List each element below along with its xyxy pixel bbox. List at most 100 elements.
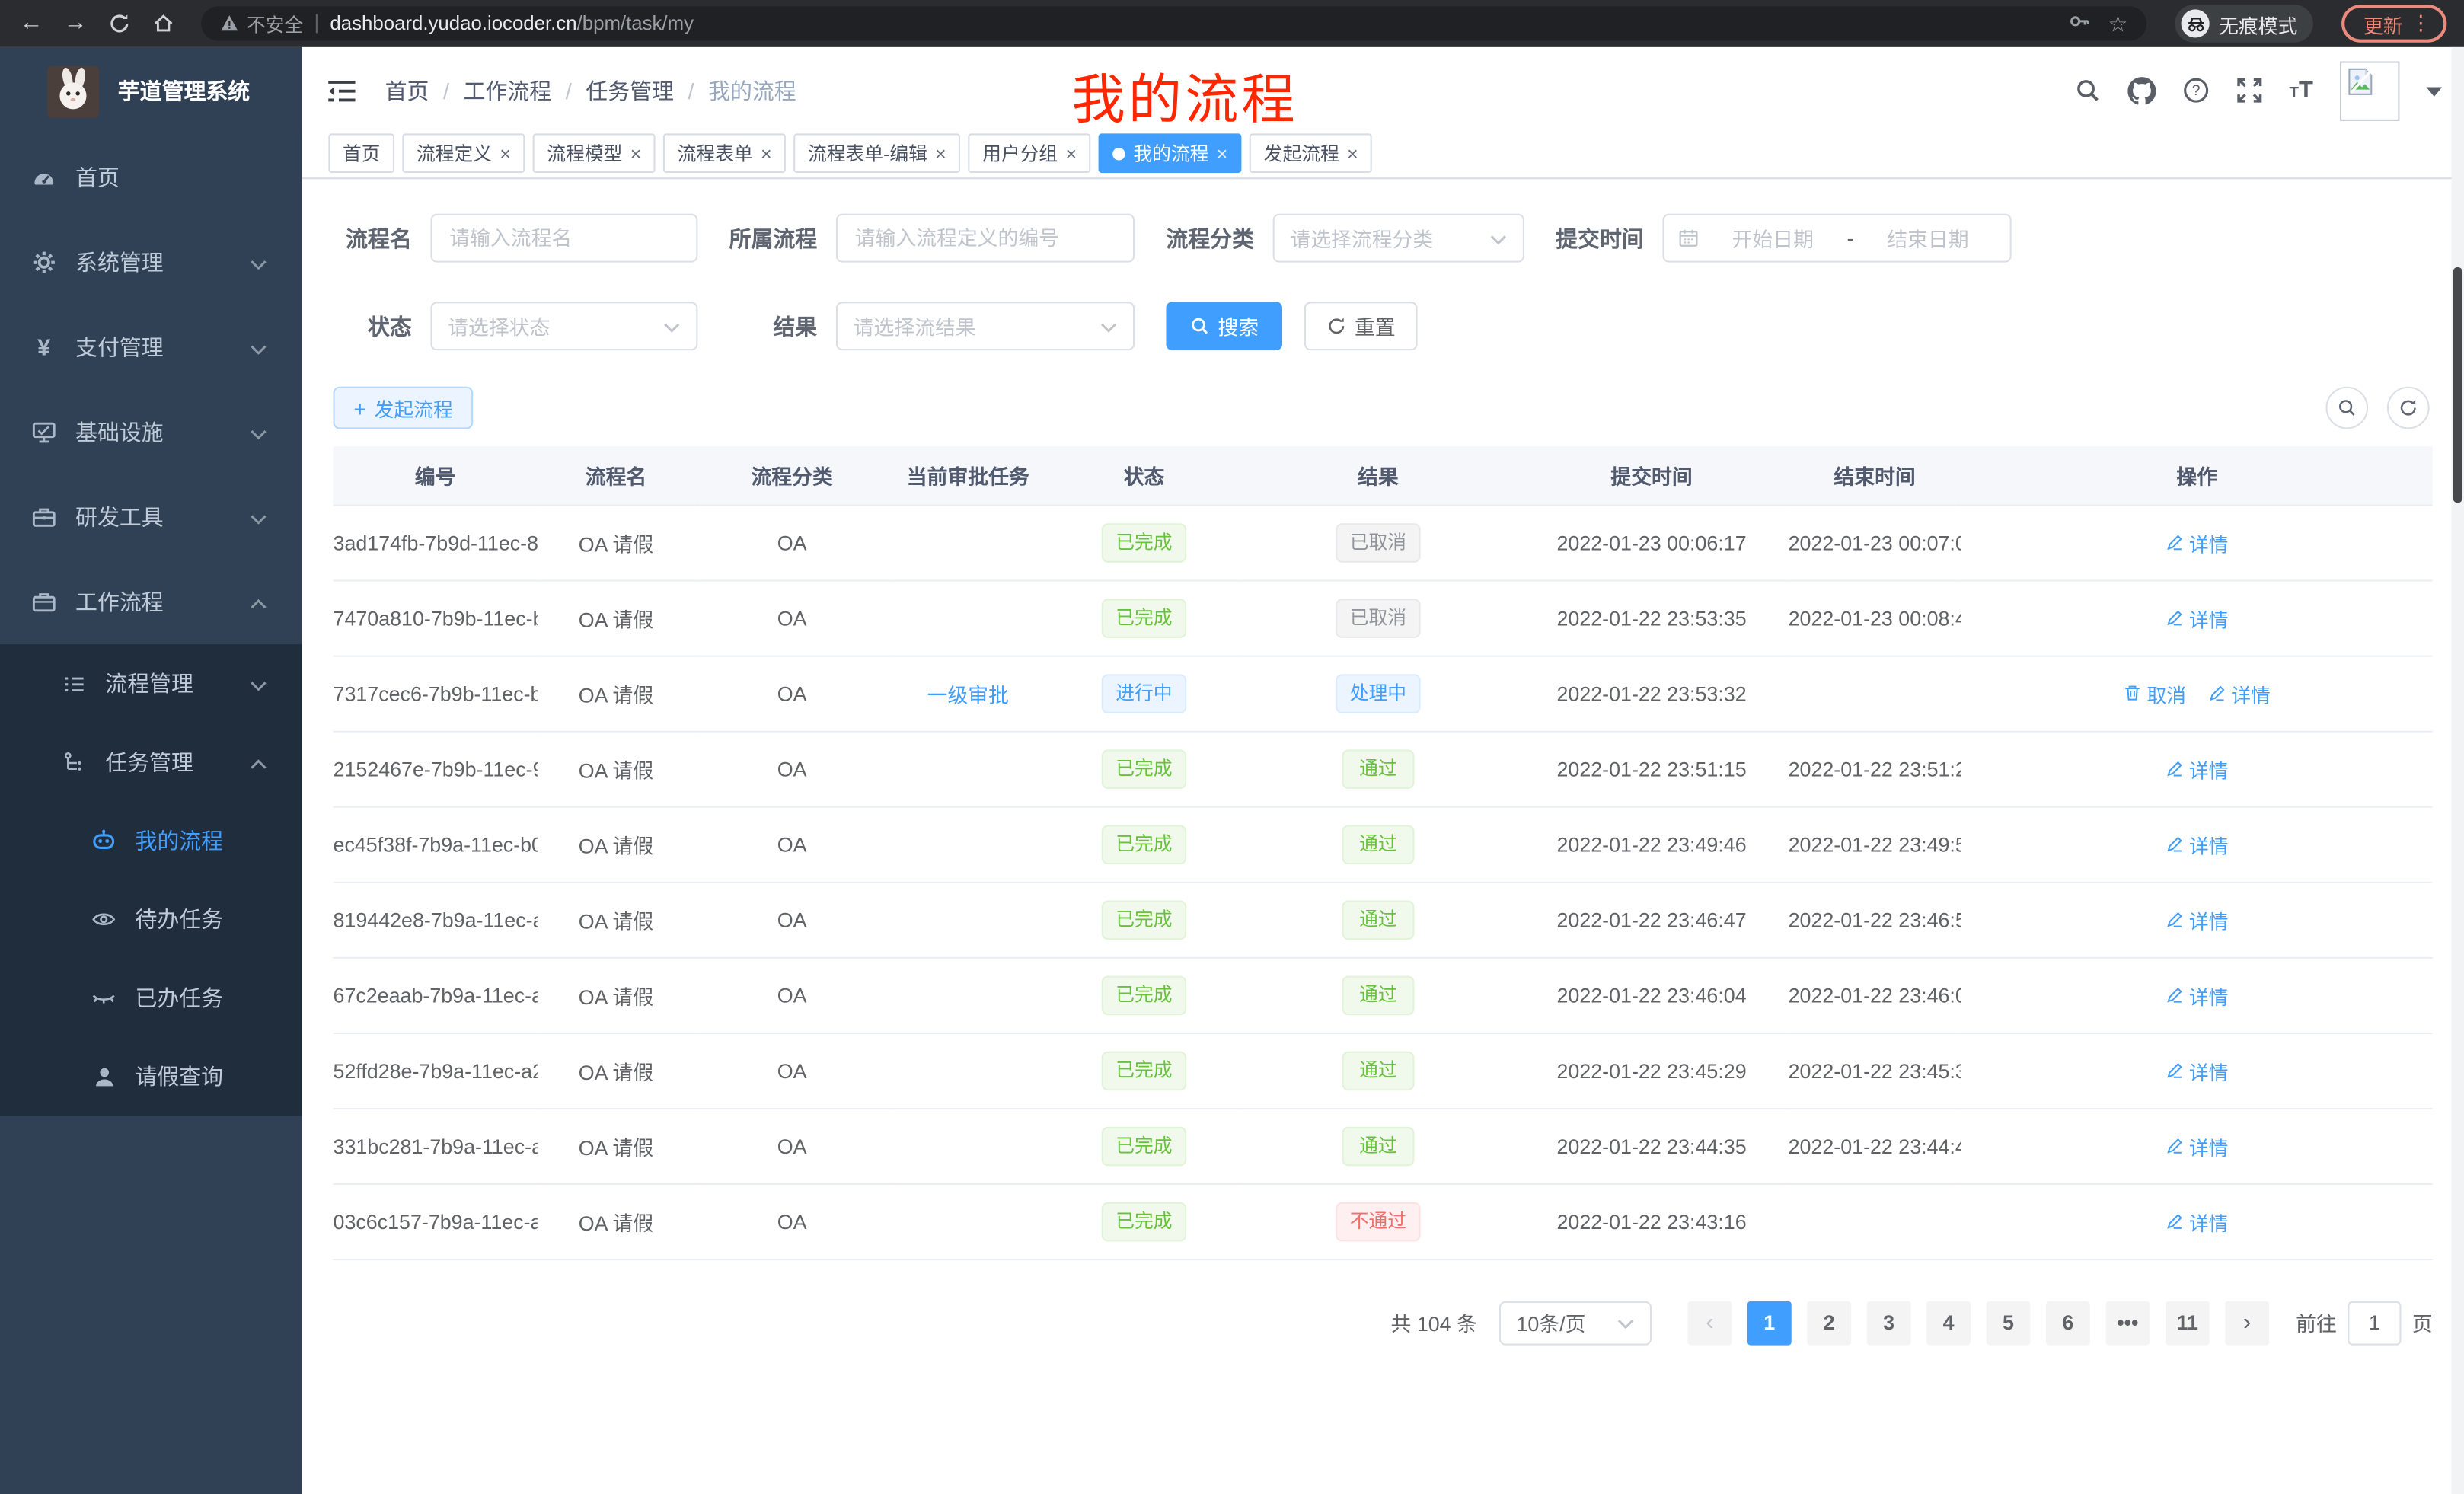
app-logo-row[interactable]: 芋道管理系统	[0, 47, 302, 136]
show-search-icon[interactable]	[2325, 387, 2368, 429]
search-icon[interactable]	[2074, 77, 2101, 104]
tab-close-icon[interactable]: ×	[1066, 144, 1077, 163]
submit-time-daterange[interactable]: 开始日期 - 结束日期	[1663, 214, 2012, 263]
table-row[interactable]: 7470a810-7b9b-11ec-b5b7-acde48001122 OA …	[334, 580, 2433, 656]
table-row[interactable]: 3ad174fb-7b9d-11ec-8404-acde48001122 OA …	[334, 504, 2433, 579]
tab[interactable]: 用户分组 ×	[969, 133, 1091, 173]
bookmark-star-icon[interactable]: ☆	[2108, 10, 2127, 37]
tab[interactable]: 流程模型 ×	[533, 133, 656, 173]
forward-icon[interactable]: →	[59, 0, 91, 47]
search-button[interactable]: 搜索	[1166, 302, 1282, 350]
detail-link[interactable]: 详情	[2166, 1206, 2229, 1236]
sidebar-item-my-process[interactable]: 我的流程	[0, 802, 302, 880]
breadcrumb-item[interactable]: 任务管理	[551, 75, 674, 106]
tab[interactable]: 流程定义 ×	[402, 133, 525, 173]
sidebar-item-task-mgmt[interactable]: 任务管理	[0, 723, 302, 801]
sidebar-item-workflow[interactable]: 工作流程	[0, 560, 302, 644]
github-icon[interactable]	[2127, 76, 2156, 104]
table-row[interactable]: 52ffd28e-7b9a-11ec-a290-acde48001122 OA …	[334, 1033, 2433, 1108]
table-row[interactable]: 2152467e-7b9b-11ec-9a1b-acde48001122 OA …	[334, 731, 2433, 806]
tab-close-icon[interactable]: ×	[1217, 144, 1227, 163]
breadcrumb-item[interactable]: 我的流程	[674, 75, 796, 106]
tree-branch-icon	[59, 750, 88, 774]
sidebar-item-devtools[interactable]: 研发工具	[0, 474, 302, 559]
font-size-icon[interactable]: TT	[2289, 76, 2313, 104]
detail-link[interactable]: 详情	[2166, 905, 2229, 934]
tab-close-icon[interactable]: ×	[935, 144, 946, 163]
password-key-icon[interactable]	[2069, 9, 2092, 37]
sidebar-item-infra[interactable]: 基础设施	[0, 390, 302, 474]
page-button[interactable]: 6	[2046, 1301, 2090, 1345]
tab[interactable]: 我的流程 ×	[1099, 133, 1242, 173]
task-link[interactable]: 一级审批	[927, 683, 1009, 707]
collapse-menu-icon[interactable]	[327, 78, 356, 103]
table-row[interactable]: 331bc281-7b9a-11ec-a290-acde48001122 OA …	[334, 1108, 2433, 1183]
tab-close-icon[interactable]: ×	[630, 144, 641, 163]
table-row[interactable]: ec45f38f-7b9a-11ec-b03b-acde48001122 OA …	[334, 806, 2433, 882]
tab-close-icon[interactable]: ×	[761, 144, 771, 163]
tab-close-icon[interactable]: ×	[1347, 144, 1358, 163]
page-button[interactable]: 11	[2166, 1301, 2210, 1345]
page-button[interactable]: 2	[1807, 1301, 1851, 1345]
detail-link[interactable]: 详情	[2166, 754, 2229, 784]
sidebar-item-done-tasks[interactable]: 已办任务	[0, 959, 302, 1037]
reset-button[interactable]: 重置	[1304, 302, 1418, 350]
cancel-link[interactable]: 取消	[2124, 678, 2187, 708]
scrollbar-thumb[interactable]	[2453, 267, 2462, 503]
process-name-input[interactable]	[430, 214, 697, 263]
breadcrumb-item[interactable]: 工作流程	[429, 75, 551, 106]
table-row[interactable]: 7317cec6-7b9b-11ec-b5b7-acde48001122 OA …	[334, 656, 2433, 731]
next-page-button[interactable]: ›	[2225, 1301, 2269, 1345]
detail-link[interactable]: 详情	[2166, 527, 2229, 557]
page-button[interactable]: 1	[1747, 1301, 1792, 1345]
sidebar-item-leave-query[interactable]: 请假查询	[0, 1037, 302, 1116]
start-date-placeholder[interactable]: 开始日期	[1705, 223, 1840, 253]
back-icon[interactable]: ←	[16, 0, 47, 47]
scrollbar-track[interactable]	[2452, 47, 2464, 1494]
jump-page-input[interactable]	[2348, 1301, 2401, 1345]
avatar[interactable]	[2340, 60, 2399, 120]
page-button[interactable]: 4	[1926, 1301, 1971, 1345]
page-button[interactable]: •••	[2105, 1301, 2150, 1345]
table-row[interactable]: 67c2eaab-7b9a-11ec-a290-acde48001122 OA …	[334, 957, 2433, 1033]
tab[interactable]: 流程表单-编辑 ×	[793, 133, 960, 173]
sidebar-item-todo-tasks[interactable]: 待办任务	[0, 880, 302, 959]
tab[interactable]: 发起流程 ×	[1250, 133, 1372, 173]
detail-link[interactable]: 详情	[2166, 602, 2229, 632]
refresh-table-icon[interactable]	[2387, 387, 2430, 429]
tab-close-icon[interactable]: ×	[500, 144, 510, 163]
create-process-button[interactable]: + 发起流程	[334, 387, 474, 429]
detail-link[interactable]: 详情	[2166, 829, 2229, 859]
page-size-select[interactable]: 10条/页	[1499, 1301, 1652, 1345]
parent-process-input[interactable]	[836, 214, 1135, 263]
tab[interactable]: 流程表单 ×	[663, 133, 786, 173]
help-icon[interactable]: ?	[2182, 77, 2209, 104]
status-select[interactable]: 请选择状态	[430, 302, 697, 350]
sidebar-item-process-mgmt[interactable]: 流程管理	[0, 644, 302, 723]
tab[interactable]: 首页	[328, 133, 394, 173]
prev-page-button[interactable]: ‹	[1687, 1301, 1732, 1345]
security-warning[interactable]: 不安全	[220, 10, 303, 37]
fullscreen-icon[interactable]	[2236, 77, 2262, 104]
end-date-placeholder[interactable]: 结束日期	[1860, 223, 1996, 253]
browser-menu-icon[interactable]: ⋮	[2411, 11, 2431, 36]
page-button[interactable]: 3	[1867, 1301, 1911, 1345]
detail-link[interactable]: 详情	[2207, 678, 2271, 708]
address-bar[interactable]: 不安全 dashboard.yudao.iocoder.cn/bpm/task/…	[201, 6, 2146, 40]
table-row[interactable]: 03c6c157-7b9a-11ec-a290-acde48001122 OA …	[334, 1183, 2433, 1259]
browser-update-button[interactable]: 更新 ⋮	[2341, 5, 2446, 43]
detail-link[interactable]: 详情	[2166, 1055, 2229, 1085]
sidebar-item-system[interactable]: 系统管理	[0, 220, 302, 305]
avatar-caret-icon[interactable]	[2427, 76, 2443, 104]
breadcrumb-item[interactable]: 首页	[385, 75, 429, 106]
home-icon[interactable]	[148, 0, 179, 47]
reload-icon[interactable]	[104, 0, 135, 47]
sidebar-item-payment[interactable]: ¥ 支付管理	[0, 305, 302, 389]
sidebar-item-home[interactable]: 首页	[0, 135, 302, 219]
category-select[interactable]: 请选择流程分类	[1273, 214, 1524, 263]
detail-link[interactable]: 详情	[2166, 980, 2229, 1010]
result-select[interactable]: 请选择流结果	[836, 302, 1135, 350]
detail-link[interactable]: 详情	[2166, 1131, 2229, 1160]
table-row[interactable]: 819442e8-7b9a-11ec-a290-acde48001122 OA …	[334, 882, 2433, 957]
page-button[interactable]: 5	[1987, 1301, 2031, 1345]
